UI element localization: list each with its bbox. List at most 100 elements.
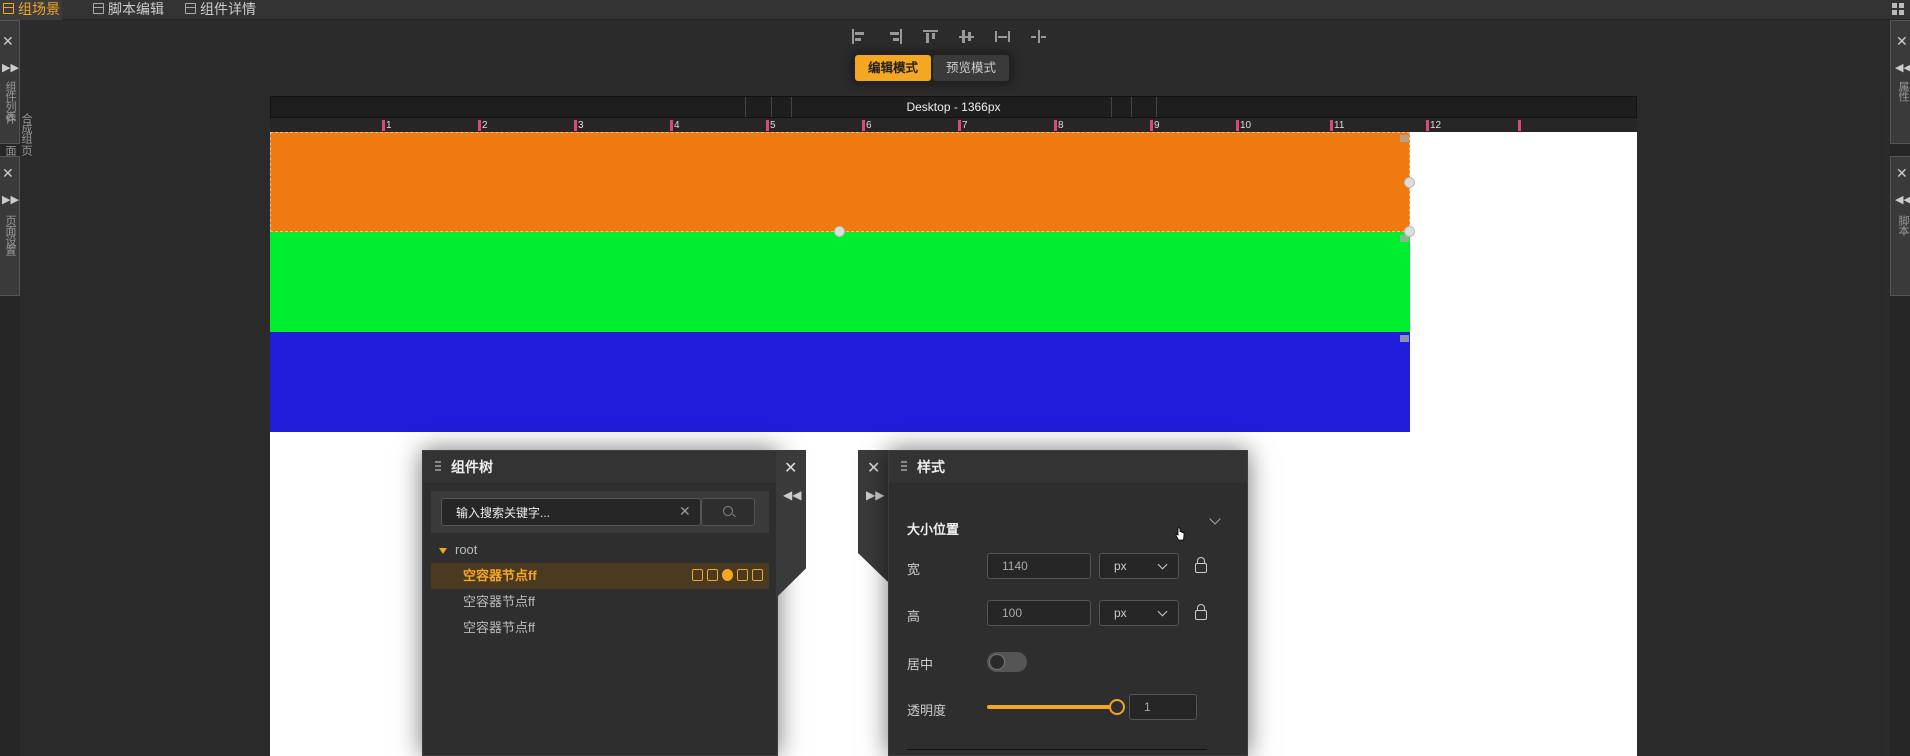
resize-corner-icon[interactable] [1400, 335, 1409, 342]
opacity-slider[interactable] [987, 698, 1125, 716]
grid-menu-icon[interactable] [1892, 3, 1904, 15]
distribute-horizontal-icon[interactable] [994, 28, 1012, 46]
tab-component-detail[interactable]: 组件详情 [182, 0, 262, 20]
grid-ruler: 1 2 3 4 5 6 7 8 9 10 11 12 [270, 118, 1637, 132]
drag-grip-icon[interactable] [901, 461, 907, 473]
ruler-tick: 12 [1426, 120, 1441, 131]
close-icon[interactable]: ✕ [784, 458, 797, 478]
resize-handle-right[interactable] [1404, 177, 1415, 188]
close-icon[interactable]: ✕ [1896, 33, 1908, 50]
container-block-blue[interactable] [270, 332, 1410, 432]
container-block-orange[interactable] [270, 132, 1410, 232]
tree-node-label: 空容器节点ff [463, 568, 537, 583]
right-dock-tab-properties[interactable]: ✕ ◀◀ 属性 [1890, 20, 1910, 144]
width-unit-value: px [1114, 559, 1127, 573]
tab-scene-label: 组场景 [18, 1, 60, 17]
delete-icon[interactable] [737, 569, 748, 581]
calendar-icon [3, 3, 14, 14]
expand-right-icon[interactable]: ▶▶ [866, 488, 884, 502]
close-icon[interactable]: ✕ [2, 165, 14, 182]
clear-icon[interactable]: ✕ [679, 503, 691, 520]
height-unit-value: px [1114, 606, 1127, 620]
component-tree-header[interactable]: 组件树 [423, 451, 777, 483]
lock-icon[interactable] [752, 569, 763, 581]
ruler-tick: 2 [478, 120, 488, 131]
tab-scene[interactable]: 组场景 [0, 0, 62, 20]
align-toolbar [850, 28, 1048, 48]
preview-mode-button[interactable]: 预览模式 [933, 55, 1009, 81]
search-icon [723, 506, 733, 516]
tree-node[interactable]: 空容器节点ff [431, 615, 769, 641]
center-toggle[interactable] [987, 652, 1027, 672]
resize-corner-icon[interactable] [1400, 135, 1409, 142]
tab-script-edit[interactable]: 脚本编辑 [90, 0, 170, 20]
slider-thumb[interactable] [1109, 699, 1125, 715]
style-panel-header[interactable]: 样式 [889, 451, 1247, 483]
expand-left-icon[interactable]: ◀◀ [1895, 61, 1910, 74]
search-bar: ✕ [431, 491, 769, 533]
expand-right-icon[interactable]: ▶▶ [2, 193, 19, 206]
container-block-green[interactable] [270, 232, 1410, 332]
left-dock-tab-components[interactable]: ✕ ▶▶ 组件列表 合成组件 页面 [0, 20, 32, 155]
size-position-title: 大小位置 [907, 522, 960, 537]
menu-bar: 组场景 脚本编辑 组件详情 [0, 0, 1910, 20]
search-button[interactable] [701, 498, 755, 526]
left-dock-label-composite: 合成组件 [4, 113, 32, 143]
tree-root-node[interactable]: root [431, 537, 769, 563]
height-input[interactable] [987, 600, 1091, 626]
chevron-down-icon[interactable] [1209, 513, 1221, 525]
toolbar: 编辑模式 预览模式 [0, 20, 1910, 96]
tree-node-label: 空容器节点ff [463, 620, 535, 635]
close-icon[interactable]: ✕ [1896, 165, 1908, 182]
opacity-input[interactable] [1129, 694, 1197, 720]
right-dock-tab-script[interactable]: ✕ ◀◀ 脚本 [1890, 156, 1910, 296]
calendar-icon [185, 3, 196, 14]
edit-mode-button[interactable]: 编辑模式 [855, 55, 931, 81]
resize-handle-bottom[interactable] [834, 226, 845, 237]
drag-grip-icon[interactable] [435, 461, 441, 473]
component-tree-body: ✕ root 空容器节点ff 空容器节点ff 空容器节点ff [431, 491, 769, 755]
collapse-left-icon[interactable]: ◀◀ [783, 488, 801, 502]
style-panel: 样式 大小位置 宽 px 高 px 居中 透明度 [888, 450, 1248, 756]
left-edge-dock: ✕ ▶▶ 组件列表 合成组件 页面 ✕ ▶▶ 页面设置 [0, 20, 32, 756]
align-right-icon[interactable] [886, 28, 904, 46]
right-edge-dock: ✕ ◀◀ 属性 ✕ ◀◀ 脚本 [1890, 20, 1910, 756]
edit-icon[interactable] [692, 569, 703, 581]
width-unit-select[interactable]: px [1099, 553, 1179, 579]
left-dock-label-page: 页面 [4, 145, 32, 155]
align-top-icon[interactable] [922, 28, 940, 46]
height-label: 高 [907, 609, 921, 624]
calendar-icon [93, 3, 104, 14]
component-tree-panel: 组件树 ✕ root 空容器节点ff [422, 450, 778, 756]
tree-node[interactable]: 空容器节点ff [431, 563, 769, 589]
right-dock-label-properties: 属性 [1897, 81, 1909, 101]
app-root: 组场景 脚本编辑 组件详情 编辑模式 预览模式 Desktop - 1366px… [0, 0, 1910, 756]
ruler-tick: 3 [574, 120, 584, 131]
tree-node[interactable]: 空容器节点ff [431, 589, 769, 615]
unlock-icon[interactable] [1195, 557, 1207, 573]
center-label: 居中 [907, 657, 934, 672]
height-unit-select[interactable]: px [1099, 600, 1179, 626]
align-left-icon[interactable] [850, 28, 868, 46]
width-input[interactable] [987, 553, 1091, 579]
component-tree-title: 组件树 [451, 459, 493, 475]
expand-right-icon[interactable]: ▶▶ [2, 61, 19, 74]
align-vcenter-icon[interactable] [958, 28, 976, 46]
unlock-icon[interactable] [1195, 604, 1207, 620]
ruler-tick: 8 [1054, 120, 1064, 131]
slider-fill [987, 705, 1117, 709]
hide-icon[interactable] [722, 569, 733, 581]
tab-script-edit-label: 脚本编辑 [108, 1, 164, 17]
device-label: Desktop - 1366px [906, 100, 1001, 114]
search-input[interactable] [441, 498, 701, 526]
expand-left-icon[interactable]: ◀◀ [1895, 193, 1910, 206]
close-icon[interactable]: ✕ [867, 458, 880, 478]
caret-down-icon[interactable] [439, 547, 447, 554]
chevron-down-icon [1157, 559, 1168, 570]
left-dock-tab-page-settings[interactable]: ✕ ▶▶ 页面设置 [0, 156, 20, 296]
close-icon[interactable]: ✕ [2, 33, 14, 50]
copy-icon[interactable] [707, 569, 718, 581]
ruler-tick: 7 [958, 120, 968, 131]
distribute-spacing-icon[interactable] [1030, 28, 1048, 46]
resize-handle-corner[interactable] [1404, 226, 1415, 237]
